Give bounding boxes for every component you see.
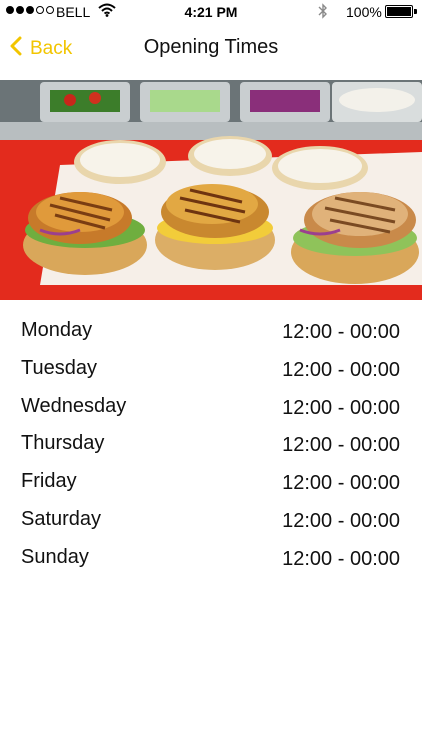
list-item: Tuesday 12:00 - 00:00 (0, 350, 422, 388)
page-title: Opening Times (143, 36, 279, 58)
battery-icon (385, 5, 413, 18)
battery-terminal (414, 9, 417, 14)
day-label: Sunday (21, 545, 89, 568)
list-item: Friday 12:00 - 00:00 (0, 463, 422, 501)
list-item: Monday 12:00 - 00:00 (0, 312, 422, 350)
food-photo (0, 80, 422, 300)
battery-fill (387, 7, 411, 16)
day-label: Saturday (21, 507, 102, 530)
day-label: Tuesday (21, 356, 97, 379)
hours-value: 12:00 - 00:00 (282, 547, 400, 570)
list-item: Thursday 12:00 - 00:00 (0, 425, 422, 463)
list-item: Sunday 12:00 - 00:00 (0, 539, 422, 577)
opening-times-list: Monday 12:00 - 00:00 Tuesday 12:00 - 00:… (0, 312, 422, 577)
hours-value: 12:00 - 00:00 (282, 358, 400, 381)
hours-value: 12:00 - 00:00 (282, 434, 400, 457)
navigation-bar: Back Opening Times (0, 24, 422, 78)
hours-value: 12:00 - 00:00 (282, 396, 400, 419)
list-item: Wednesday 12:00 - 00:00 (0, 388, 422, 426)
day-label: Thursday (21, 432, 105, 455)
day-label: Monday (21, 319, 93, 341)
hours-value: 12:00 - 00:00 (282, 321, 400, 343)
status-bar: BELL 4:21 PM 100% (0, 0, 422, 24)
list-item: Saturday 12:00 - 00:00 (0, 501, 422, 539)
bluetooth-icon (318, 3, 328, 22)
battery-percentage: 100% (346, 4, 382, 20)
hours-value: 12:00 - 00:00 (282, 472, 400, 495)
hours-value: 12:00 - 00:00 (282, 509, 400, 532)
day-label: Friday (21, 470, 77, 493)
day-label: Wednesday (21, 394, 127, 417)
